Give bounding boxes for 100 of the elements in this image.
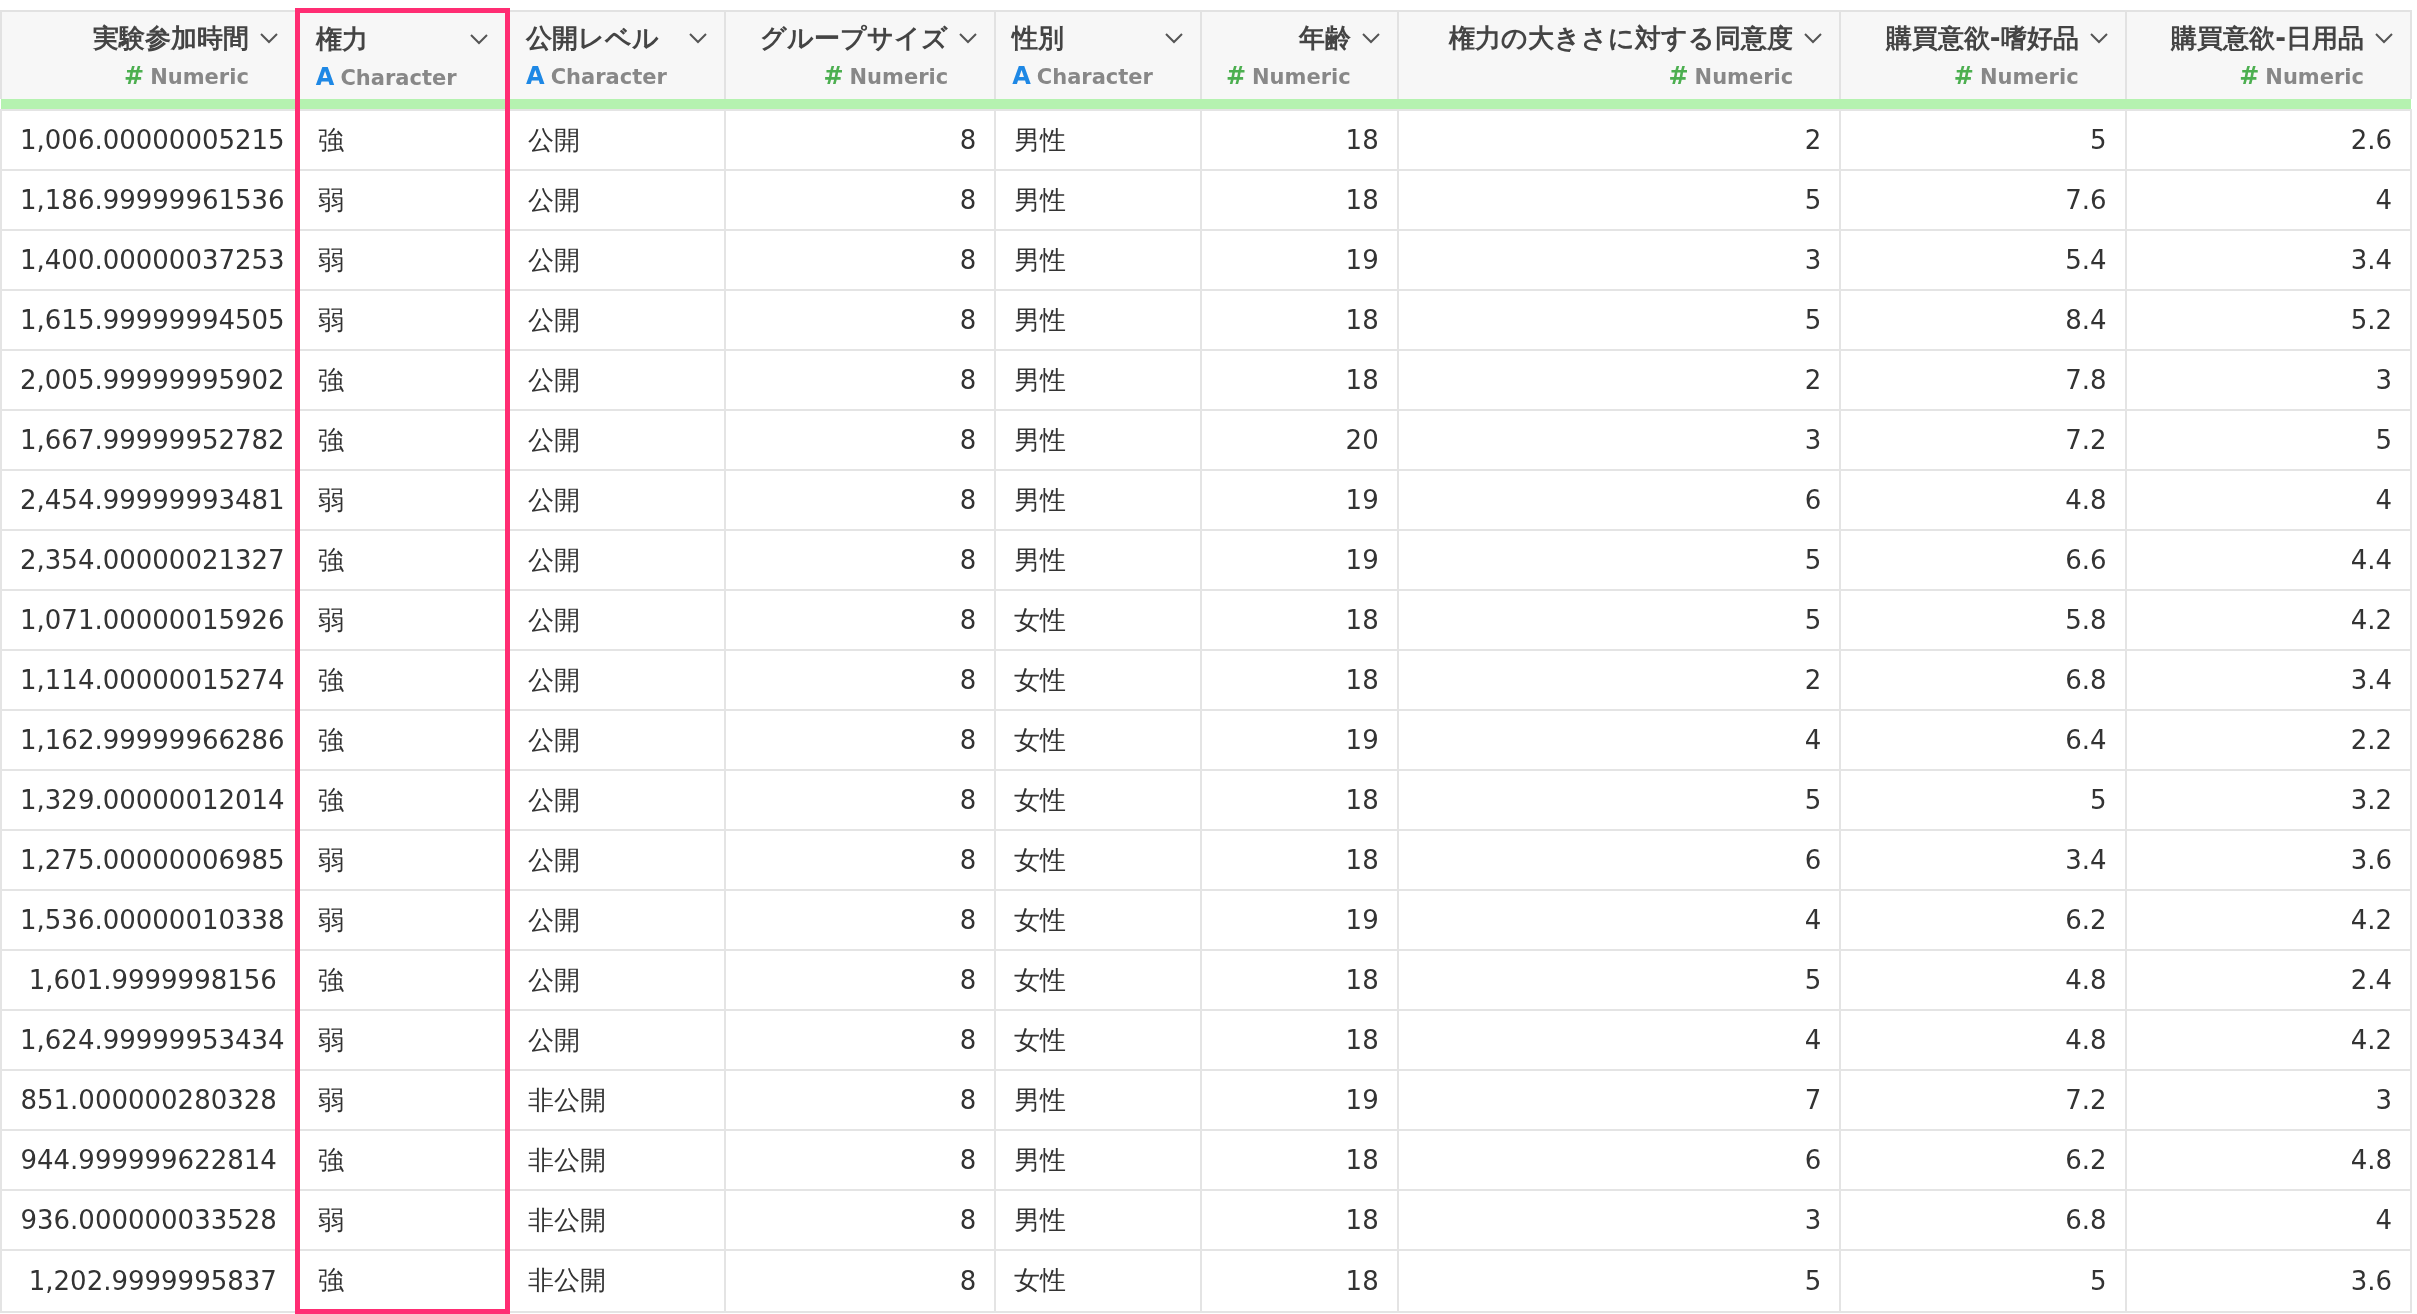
table-cell: 1,186.99999961536 [1,170,298,230]
table-cell: 強 [297,770,508,830]
type-icon: # [1668,61,1689,90]
table-cell: 8 [724,470,996,530]
table-cell: 強 [297,410,508,470]
table-cell: 5 [1397,170,1841,230]
table-cell: 強 [297,530,508,590]
column-header[interactable]: 公開レベル A Character [507,10,725,99]
table-cell: 男性 [995,1130,1202,1190]
table-cell: 弱 [297,830,508,890]
column-title: 購買意欲-嗜好品 [1885,21,2079,55]
column-header[interactable]: 権力 A Character [297,10,508,99]
table-cell: 4.2 [2125,590,2411,650]
table-cell: 公開 [507,290,725,350]
table-cell: 5 [1840,1250,2126,1312]
caret-icon[interactable] [2374,32,2394,45]
column-header[interactable]: 購買意欲-日用品 # Numeric [2125,10,2411,99]
table-cell: 6.6 [1840,530,2126,590]
table-cell: 強 [297,1130,508,1190]
table-cell: 公開 [507,770,725,830]
table-cell: 3 [2125,1070,2411,1130]
column-header[interactable]: 権力の大きさに対する同意度 # Numeric [1397,10,1841,99]
table-cell: 非公開 [507,1070,725,1130]
table-cell: 弱 [297,590,508,650]
table-cell: 7.2 [1840,410,2126,470]
table-cell: 1,275.00000006985 [1,830,298,890]
type-icon: # [124,61,145,90]
table-cell: 女性 [995,1010,1202,1070]
table-cell: 2.2 [2125,710,2411,770]
table-cell: 弱 [297,1190,508,1250]
type-icon: A [526,61,545,90]
caret-icon[interactable] [687,32,708,45]
table-cell: 女性 [995,1250,1202,1312]
column-title: 権力の大きさに対する同意度 [1449,21,1794,55]
table-cell: 5 [1840,770,2126,830]
column-header[interactable]: 実験参加時間 # Numeric [1,10,298,99]
table-cell: 2,354.00000021327 [1,530,298,590]
table-cell: 公開 [507,530,725,590]
type-label: Character [550,64,667,89]
table-cell: 公開 [507,590,725,650]
table-cell: 1,667.99999952782 [1,410,298,470]
table-cell: 弱 [297,470,508,530]
table-cell: 4 [1397,710,1841,770]
table-cell: 7.6 [1840,170,2126,230]
table-cell: 19 [1201,470,1398,530]
table-cell: 女性 [995,830,1202,890]
table-cell: 8 [724,290,996,350]
column-header[interactable]: 購買意欲-嗜好品 # Numeric [1840,10,2126,99]
table-cell: 19 [1201,1070,1398,1130]
table-cell: 2,005.99999995902 [1,350,298,410]
table-cell: 1,071.00000015926 [1,590,298,650]
caret-icon[interactable] [2088,32,2109,45]
table-cell: 公開 [507,110,725,170]
type-label: Character [1036,64,1153,89]
table-cell: 18 [1201,290,1398,350]
table-cell: 女性 [995,710,1202,770]
column-header[interactable]: グループサイズ # Numeric [724,10,996,99]
table-cell: 男性 [995,530,1202,590]
table-cell: 公開 [507,830,725,890]
caret-icon[interactable] [258,32,279,45]
type-icon: A [1012,61,1031,90]
table-cell: 強 [297,350,508,410]
table-cell: 公開 [507,410,725,470]
table-cell: 女性 [995,770,1202,830]
table-cell: 公開 [507,350,725,410]
type-icon: # [1953,61,1974,90]
column-header[interactable]: 年齢 # Numeric [1201,10,1398,99]
caret-icon[interactable] [1360,32,1381,45]
table-cell: 18 [1201,1250,1398,1312]
table-cell: 男性 [995,410,1202,470]
type-icon: # [2239,61,2260,90]
table-cell: 男性 [995,1070,1202,1130]
table-cell: 3.6 [2125,830,2411,890]
table-cell: 8 [724,830,996,890]
caret-icon[interactable] [1803,32,1824,45]
table-cell: 弱 [297,1010,508,1070]
table-cell: 6.4 [1840,710,2126,770]
table-cell: 5 [1397,590,1841,650]
table-cell: 2.6 [2125,110,2411,170]
table-cell: 19 [1201,530,1398,590]
table-cell: 2 [1397,110,1841,170]
table-cell: 7.2 [1840,1070,2126,1130]
table-cell: 5.2 [2125,290,2411,350]
column-title: グループサイズ [760,21,949,55]
caret-icon[interactable] [958,32,979,45]
table-cell: 1,329.00000012014 [1,770,298,830]
table-cell: 弱 [297,170,508,230]
table-cell: 女性 [995,650,1202,710]
table-cell: 3.2 [2125,770,2411,830]
table-cell: 8 [724,890,996,950]
caret-icon[interactable] [469,33,490,45]
column-title: 性別 [1012,21,1066,55]
table-cell: 18 [1201,770,1398,830]
column-header[interactable]: 性別 A Character [995,10,1202,99]
table-cell: 18 [1201,830,1398,890]
table-cell: 5 [1397,1250,1841,1312]
type-label: Numeric [1694,64,1794,89]
table-cell: 18 [1201,650,1398,710]
caret-icon[interactable] [1164,32,1185,45]
table-cell: 8 [724,1190,996,1250]
